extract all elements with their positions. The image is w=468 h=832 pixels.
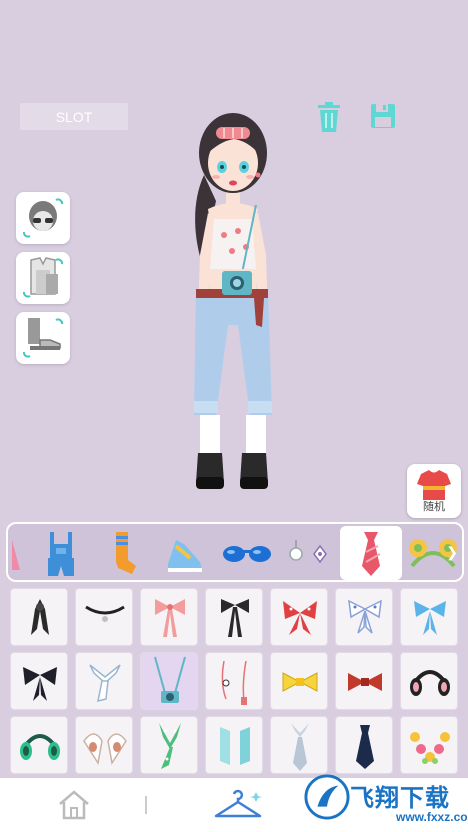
- item-pink-bow-tie[interactable]: [140, 588, 198, 646]
- yellow-bow-tie-icon: [282, 672, 318, 692]
- hanger-icon[interactable]: [212, 786, 264, 824]
- item-black-ribbon[interactable]: [10, 588, 68, 646]
- category-earrings[interactable]: [278, 526, 340, 580]
- choker-icon: [85, 605, 125, 622]
- top-swap-button[interactable]: [16, 252, 70, 304]
- green-headphones-icon: [20, 734, 60, 760]
- category-glasses[interactable]: [216, 526, 278, 580]
- earrings-icon: [289, 540, 327, 564]
- watermark-logo-icon: [304, 774, 350, 820]
- item-red-scarf-bow[interactable]: [270, 588, 328, 646]
- watermark-text: 飞翔下载: [350, 785, 450, 812]
- item-mint-scarf[interactable]: [205, 716, 263, 774]
- cow-ears-icon: [83, 733, 127, 766]
- earphones-icon: [221, 660, 247, 705]
- item-black-headphones[interactable]: [400, 652, 458, 710]
- item-white-scarf[interactable]: [75, 652, 133, 710]
- item-yellow-bow-tie[interactable]: [270, 652, 328, 710]
- watermark: 飞翔下载 www.fxxz.com: [300, 772, 468, 832]
- item-choker[interactable]: [75, 588, 133, 646]
- white-scarf-icon: [89, 664, 121, 703]
- item-green-headphones[interactable]: [10, 716, 68, 774]
- item-grey-tie[interactable]: [270, 716, 328, 774]
- shirt-icon: [22, 257, 64, 298]
- camera-strap-icon: [154, 656, 186, 703]
- item-earphones[interactable]: [205, 652, 263, 710]
- mint-scarf-icon: [220, 727, 250, 765]
- black-headphones-icon: [410, 670, 450, 696]
- green-scarf-icon: [159, 723, 181, 769]
- sneaker-icon: [168, 540, 202, 572]
- hairstyle-swap-button[interactable]: [16, 192, 70, 244]
- item-blue-bow[interactable]: [400, 588, 458, 646]
- red-scarf-bow-icon: [283, 601, 317, 635]
- pink-bow-tie-icon: [155, 599, 185, 637]
- item-flower-lei[interactable]: [400, 716, 458, 774]
- red-bow-tie-icon: [348, 673, 382, 691]
- trash-icon[interactable]: [316, 101, 342, 133]
- grey-tie-icon: [291, 723, 309, 771]
- navy-tie-icon: [356, 725, 374, 769]
- item-green-scarf[interactable]: [140, 716, 198, 774]
- flower-lei-icon: [410, 732, 450, 764]
- item-black-bow[interactable]: [10, 652, 68, 710]
- partial-icon: [12, 540, 20, 570]
- shoes-swap-button[interactable]: [16, 312, 70, 364]
- item-cow-ears[interactable]: [75, 716, 133, 774]
- category-partial[interactable]: [8, 526, 30, 580]
- item-dotted-bow[interactable]: [335, 588, 393, 646]
- category-socks[interactable]: [92, 526, 154, 580]
- nav-divider: [145, 796, 147, 814]
- category-bar: ❯: [6, 522, 464, 582]
- chevron-right-icon[interactable]: ❯: [446, 544, 458, 561]
- random-label: 随机: [423, 501, 445, 513]
- overalls-icon: [48, 532, 74, 576]
- random-outfit-button[interactable]: 随机: [407, 464, 461, 518]
- category-neckwear[interactable]: [340, 526, 402, 580]
- head-with-glasses-icon: [22, 198, 64, 238]
- black-bow-tie-icon: [221, 599, 249, 637]
- blue-bow-icon: [414, 601, 446, 635]
- item-red-bow-tie[interactable]: [335, 652, 393, 710]
- slot-button[interactable]: SLOT: [20, 103, 128, 130]
- home-icon[interactable]: [56, 788, 92, 822]
- necktie-icon: [362, 532, 381, 576]
- black-ribbon-icon: [31, 599, 49, 635]
- black-bow-icon: [23, 667, 57, 701]
- watermark-url: www.fxxz.com: [396, 810, 468, 824]
- item-navy-tie[interactable]: [335, 716, 393, 774]
- sock-icon: [116, 532, 136, 574]
- dotted-bow-icon: [348, 599, 382, 634]
- save-icon[interactable]: [370, 103, 396, 129]
- category-overalls[interactable]: [30, 526, 92, 580]
- sunglasses-icon: [223, 546, 271, 562]
- item-black-bow-tie[interactable]: [205, 588, 263, 646]
- item-camera-strap[interactable]: [140, 652, 198, 710]
- boots-icon: [22, 318, 64, 358]
- category-shoes[interactable]: [154, 526, 216, 580]
- dress-up-character: [194, 113, 272, 489]
